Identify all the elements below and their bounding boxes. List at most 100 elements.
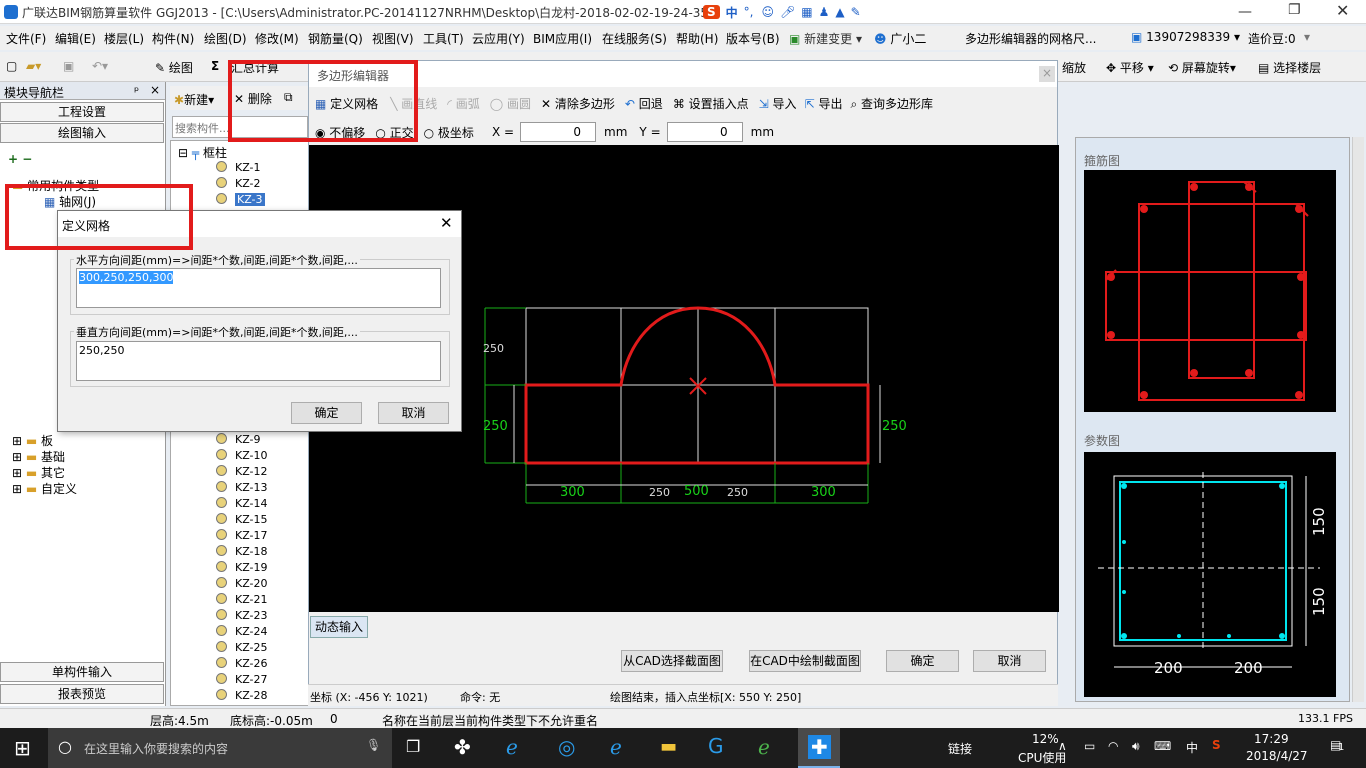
component-item[interactable]: KZ-17: [216, 528, 268, 544]
polygon-cancel-button[interactable]: 取消: [973, 650, 1046, 672]
tray-lang[interactable]: 中: [1186, 739, 1198, 756]
ie-edge-icon[interactable]: ℯ: [506, 735, 518, 759]
select-floor-button[interactable]: ▤ 选择楼层: [1258, 59, 1321, 76]
shirt-icon[interactable]: ▲: [835, 5, 844, 19]
restore-button[interactable]: ❐: [1288, 2, 1301, 18]
taskbar-search[interactable]: ○ 在这里输入你要搜索的内容 🎙︎: [48, 728, 392, 768]
component-item[interactable]: KZ-2: [216, 176, 261, 192]
tray-chevron-icon[interactable]: ∧: [1058, 739, 1067, 753]
menu-tools[interactable]: 工具(T): [423, 30, 464, 47]
keyboard-icon[interactable]: ⌨: [1154, 739, 1171, 753]
menu-modify[interactable]: 修改(M): [255, 30, 299, 47]
component-item[interactable]: KZ-24: [216, 624, 268, 640]
export-button[interactable]: ⇱ 导出: [805, 95, 843, 112]
task-view-icon[interactable]: ❐: [406, 737, 420, 756]
dynamic-input-tab[interactable]: 动态输入: [310, 616, 368, 638]
glodon-icon[interactable]: G: [708, 734, 724, 758]
account[interactable]: ▣ 13907298339 ▾: [1131, 30, 1240, 44]
user-icon[interactable]: ♟: [819, 5, 830, 19]
menu-view[interactable]: 视图(V): [372, 30, 414, 47]
v-spacing-input[interactable]: 250,250: [76, 341, 441, 381]
menu-help[interactable]: 帮助(H): [676, 30, 718, 47]
fan-app-icon[interactable]: ✤: [454, 735, 471, 759]
minimize-button[interactable]: —: [1238, 4, 1252, 20]
new-file-icon[interactable]: ▢: [6, 59, 17, 73]
internet-explorer-icon[interactable]: ℯ: [610, 735, 622, 759]
component-item[interactable]: KZ-15: [216, 512, 268, 528]
component-item[interactable]: KZ-25: [216, 640, 268, 656]
save-icon[interactable]: ▣: [63, 59, 74, 73]
tree-root-column[interactable]: ⊟ ╤ 框柱: [178, 144, 227, 161]
undo-icon[interactable]: ↶▾: [92, 59, 108, 73]
pin-icon[interactable]: ᵖ: [134, 84, 139, 98]
menu-bim[interactable]: BIM应用(I): [533, 30, 592, 47]
sogou-tray-icon[interactable]: S: [1212, 738, 1221, 752]
zoom-button[interactable]: 缩放: [1062, 59, 1086, 76]
punct-icon[interactable]: °,: [744, 5, 754, 19]
wifi-icon[interactable]: ◠: [1108, 739, 1118, 753]
component-item[interactable]: KZ-23: [216, 608, 268, 624]
menu-file[interactable]: 文件(F): [6, 30, 46, 47]
menu-draw[interactable]: 绘图(D): [204, 30, 247, 47]
draw-circle-button[interactable]: ◯ 画圆: [490, 95, 531, 112]
rotate-button[interactable]: ⟲ 屏幕旋转▾: [1168, 59, 1236, 76]
expand-all-icon[interactable]: + −: [8, 152, 32, 166]
component-item[interactable]: KZ-28: [216, 688, 268, 704]
polygon-ok-button[interactable]: 确定: [886, 650, 959, 672]
wrench-icon[interactable]: ✎: [851, 5, 861, 19]
component-item[interactable]: KZ-13: [216, 480, 268, 496]
mic-icon[interactable]: 🎤︎: [780, 5, 795, 19]
cad-select-button[interactable]: 从CAD选择截面图: [621, 650, 723, 672]
component-item[interactable]: KZ-10: [216, 448, 268, 464]
browser-icon[interactable]: ◎: [558, 735, 575, 759]
right-scrollbar[interactable]: [1352, 137, 1364, 702]
menu-rebar[interactable]: 钢筋量(Q): [308, 30, 363, 47]
draw-button[interactable]: ✎ 绘图: [155, 59, 193, 76]
component-item[interactable]: KZ-21: [216, 592, 268, 608]
close-button[interactable]: ✕: [1336, 1, 1349, 20]
single-input-tab[interactable]: 单构件输入: [0, 662, 164, 682]
set-insert-point-button[interactable]: ⌘ 设置插入点: [673, 95, 749, 112]
polygon-editor-close-button[interactable]: ×: [1039, 66, 1055, 82]
component-item[interactable]: KZ-18: [216, 544, 268, 560]
open-file-icon[interactable]: ▰▾: [26, 59, 41, 73]
cost-bean-dropdown-icon[interactable]: ▾: [1304, 30, 1310, 44]
tree-item-slab[interactable]: ⊞ ▬ 板: [12, 432, 53, 449]
menu-online[interactable]: 在线服务(S): [602, 30, 667, 47]
menu-version[interactable]: 版本号(B): [726, 30, 780, 47]
component-item[interactable]: KZ-9: [216, 432, 261, 448]
draw-input-tab[interactable]: 绘图输入: [0, 123, 164, 143]
define-grid-cancel-button[interactable]: 取消: [378, 402, 449, 424]
tree-item-other[interactable]: ⊞ ▬ 其它: [12, 464, 65, 481]
sum-icon[interactable]: Σ: [211, 59, 219, 73]
clock-time[interactable]: 17:29: [1254, 732, 1289, 746]
define-grid-ok-button[interactable]: 确定: [291, 402, 362, 424]
menu-guangxiaoer[interactable]: ☻ 广小二: [874, 30, 926, 47]
sogou-icon[interactable]: S: [703, 5, 720, 19]
draw-arc-button[interactable]: ◜ 画弧: [447, 95, 479, 112]
pan-button[interactable]: ✥ 平移 ▾: [1106, 59, 1154, 76]
menu-cloud[interactable]: 云应用(Y): [472, 30, 525, 47]
component-item[interactable]: KZ-1: [216, 160, 261, 176]
h-spacing-input[interactable]: 300,250,250,300: [76, 268, 441, 308]
menu-new-change[interactable]: ▣ 新建变更 ▾: [789, 30, 862, 47]
report-preview-tab[interactable]: 报表预览: [0, 684, 164, 704]
tree-item-foundation[interactable]: ⊞ ▬ 基础: [12, 448, 65, 465]
tray-app-icon[interactable]: ▭: [1084, 739, 1095, 753]
engineering-settings-tab[interactable]: 工程设置: [0, 102, 164, 122]
volume-icon[interactable]: 🔊︎: [1132, 739, 1140, 754]
menu-edit[interactable]: 编辑(E): [55, 30, 96, 47]
component-item[interactable]: KZ-26: [216, 656, 268, 672]
component-item[interactable]: KZ-12: [216, 464, 268, 480]
query-polygon-lib-button[interactable]: ⌕ 查询多边形库: [850, 95, 933, 112]
ime-lang[interactable]: 中: [726, 4, 738, 21]
active-app-tile[interactable]: ✚: [798, 728, 840, 768]
component-item[interactable]: KZ-19: [216, 560, 268, 576]
clear-polygon-button[interactable]: ✕ 清除多边形: [541, 95, 615, 112]
emoji-icon[interactable]: ☺: [762, 5, 775, 19]
menu-floor[interactable]: 楼层(L): [104, 30, 144, 47]
file-explorer-icon[interactable]: ▬: [660, 736, 677, 757]
component-item[interactable]: KZ-27: [216, 672, 268, 688]
import-button[interactable]: ⇲ 导入: [759, 95, 797, 112]
cad-draw-button[interactable]: 在CAD中绘制截面图: [749, 650, 861, 672]
